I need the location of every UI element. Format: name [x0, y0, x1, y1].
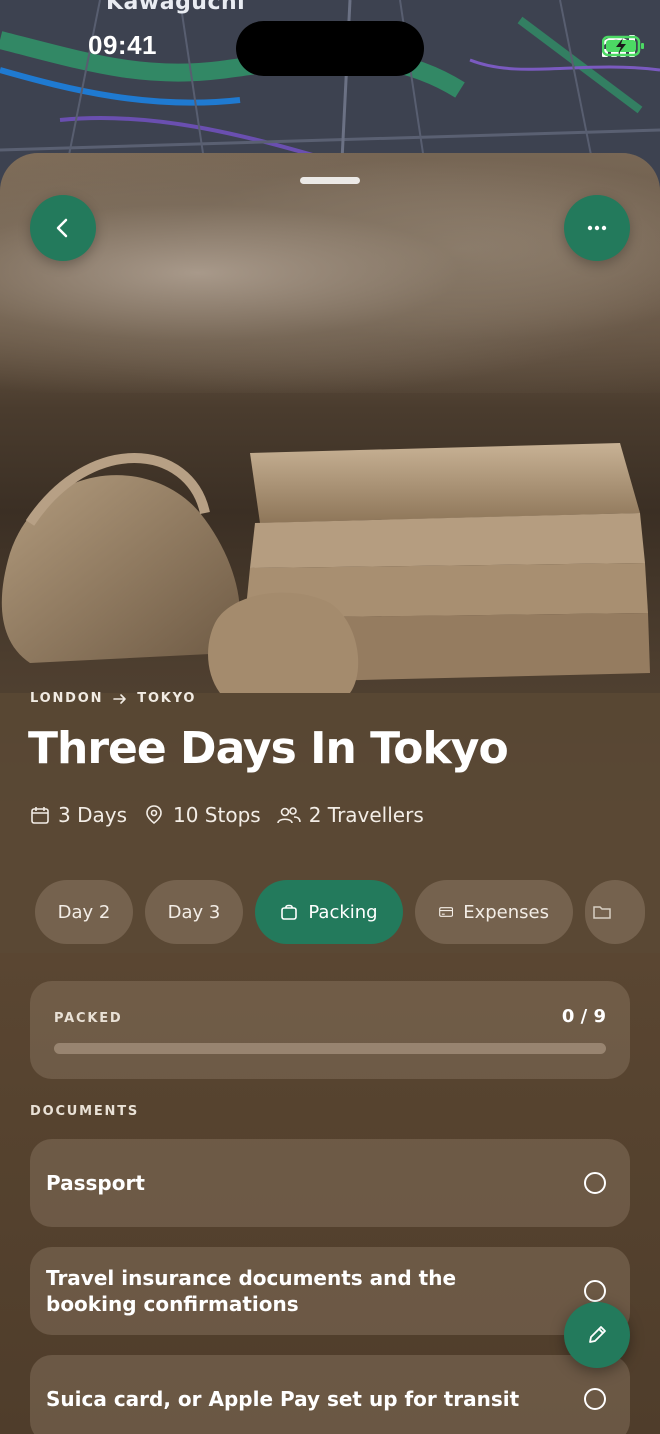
location-pin-icon: [146, 805, 162, 824]
section-label-documents: DOCUMENTS: [30, 1104, 140, 1119]
meta-days-label: 3 Days: [58, 803, 127, 827]
packed-progress-bar: [54, 1043, 606, 1054]
list-item[interactable]: Suica card, or Apple Pay set up for tran…: [30, 1355, 630, 1434]
meta-travellers-label: 2 Travellers: [308, 803, 424, 827]
tab-day-3[interactable]: Day 3: [145, 880, 243, 944]
more-options-button[interactable]: [564, 195, 630, 261]
edit-button[interactable]: [564, 1302, 630, 1368]
checkbox-circle[interactable]: [584, 1280, 606, 1302]
tab-packing[interactable]: Packing: [255, 880, 403, 944]
calendar-icon: [31, 807, 49, 824]
tab-label: Day 2: [57, 901, 111, 923]
tab-day-2[interactable]: Day 2: [35, 880, 133, 944]
checkbox-circle[interactable]: [584, 1388, 606, 1410]
checkbox-circle[interactable]: [584, 1172, 606, 1194]
arrow-right-icon: [113, 693, 127, 704]
trip-tabs: Day 2 Day 3 Packing Expenses: [35, 880, 645, 944]
route-to: TOKYO: [137, 691, 197, 706]
meta-stops-label: 10 Stops: [173, 803, 261, 827]
battery-charging-icon: [602, 35, 644, 57]
list-item[interactable]: Passport: [30, 1139, 630, 1227]
back-button[interactable]: [30, 195, 96, 261]
tab-label: Expenses: [463, 901, 549, 923]
status-time: 09:41: [88, 30, 157, 60]
map-place-label: Kawaguchi: [106, 0, 246, 15]
tab-documents[interactable]: [585, 880, 645, 944]
list-item[interactable]: Travel insurance documents and the booki…: [30, 1247, 630, 1335]
pencil-icon: [589, 1326, 606, 1343]
packed-progress-card: PACKED 0 / 9: [30, 981, 630, 1079]
tab-label: Packing: [308, 901, 378, 923]
card-icon: [439, 907, 454, 917]
ellipsis-icon: [587, 225, 607, 231]
route: LONDON TOKYO: [30, 691, 196, 706]
item-text: Travel insurance documents and the booki…: [46, 1266, 457, 1316]
tab-label: Day 3: [167, 901, 221, 923]
packed-label: PACKED: [54, 1011, 123, 1026]
dynamic-island: [236, 21, 424, 76]
meta-stops: 10 Stops: [143, 803, 261, 827]
packing-photo: [0, 443, 660, 953]
route-from: LONDON: [30, 691, 104, 706]
item-text: Passport: [46, 1171, 145, 1195]
tab-expenses[interactable]: Expenses: [415, 880, 573, 944]
trip-meta: 3 Days 10 Stops 2 Travellers: [30, 803, 424, 827]
folder-icon: [593, 906, 611, 919]
item-text: Suica card, or Apple Pay set up for tran…: [46, 1387, 520, 1411]
meta-days: 3 Days: [30, 803, 127, 827]
people-icon: [276, 807, 301, 824]
chevron-left-icon: [56, 218, 68, 238]
bag-icon: [281, 904, 298, 920]
trip-sheet: LONDON TOKYO Three Days In Tokyo 3 Days …: [0, 153, 660, 1434]
trip-title: Three Days In Tokyo: [28, 723, 509, 774]
meta-travellers: 2 Travellers: [276, 803, 424, 827]
packed-count: 0 / 9: [561, 1006, 606, 1027]
sheet-drag-handle[interactable]: [300, 177, 360, 184]
